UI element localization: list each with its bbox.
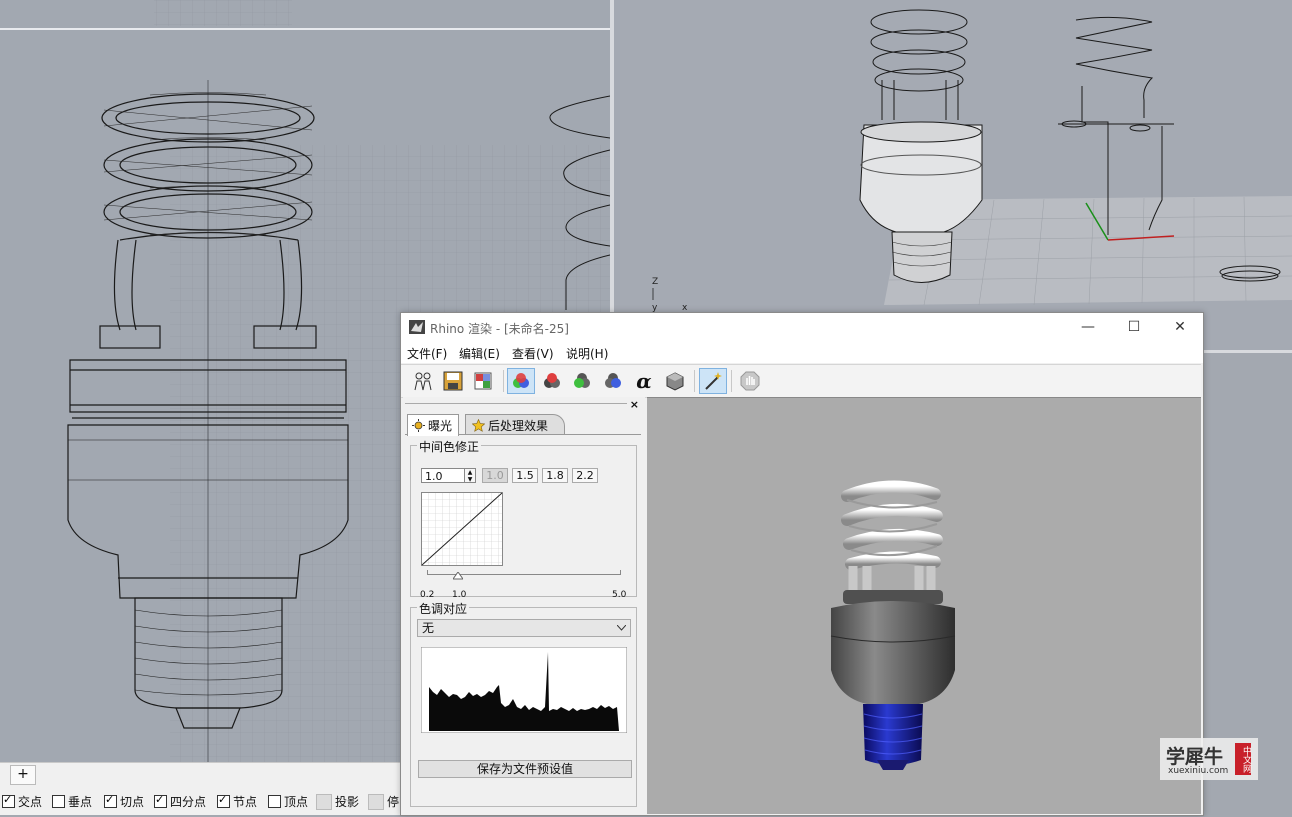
bottom-right-viewport[interactable]: [1202, 353, 1292, 762]
snap-label: 交点: [18, 795, 43, 809]
render-output-area[interactable]: [647, 397, 1201, 814]
post-effects-wand-icon[interactable]: [699, 368, 727, 394]
gamma-preset-1-5-button[interactable]: 1.5: [512, 468, 538, 483]
snap-knot[interactable]: 节点: [217, 793, 257, 810]
snap-tangent[interactable]: 切点: [104, 793, 144, 810]
tab-post-effects[interactable]: 后处理效果: [465, 414, 566, 435]
checkbox-icon[interactable]: [2, 793, 15, 808]
gamma-preset-2-2-button[interactable]: 2.2: [572, 468, 598, 483]
star-icon: [472, 418, 485, 432]
green-channel-icon[interactable]: [568, 368, 596, 394]
red-channel-icon[interactable]: [538, 368, 566, 394]
rhino-app-icon: [409, 320, 425, 334]
gamma-group: 中间色修正 1.0 ▲ ▼ 1.0 1.5 1.8 2.2 0.2 1.0 5.0: [410, 438, 637, 600]
close-button[interactable]: ✕: [1157, 313, 1203, 343]
alpha-channel-icon[interactable]: α: [630, 368, 658, 394]
save-preset-button[interactable]: 保存为文件预设值: [418, 760, 632, 778]
menu-view[interactable]: 查看(V): [512, 345, 554, 362]
checkbox-icon[interactable]: [316, 793, 332, 810]
checkbox-icon[interactable]: [217, 793, 230, 808]
depth-channel-icon[interactable]: [661, 368, 689, 394]
render-toolbar: α: [401, 364, 1201, 398]
snap-quadrant[interactable]: 四分点: [154, 793, 206, 810]
panel-close-button[interactable]: ×: [630, 398, 639, 411]
gamma-group-label: 中间色修正: [417, 438, 482, 455]
histogram: [421, 647, 627, 733]
snap-project[interactable]: 投影: [316, 793, 359, 810]
sun-icon: [412, 419, 425, 432]
watermark-badge: 中文网: [1235, 743, 1251, 775]
snap-label: 四分点: [170, 795, 207, 809]
menu-file[interactable]: 文件(F): [407, 345, 447, 362]
menu-edit[interactable]: 编辑(E): [459, 345, 500, 362]
stop-render-icon[interactable]: [736, 368, 764, 394]
render-window: Rhino 渲染 - [未命名-25] — ☐ ✕ 文件(F) 编辑(E) 查看…: [400, 312, 1204, 816]
gamma-preset-1-8-button[interactable]: 1.8: [542, 468, 568, 483]
snap-label: 投影: [335, 795, 360, 809]
tab-exposure[interactable]: 曝光: [407, 414, 460, 436]
tone-mapping-group: 色调对应 无 保存为文件预设值: [410, 600, 637, 807]
menu-bar: 文件(F) 编辑(E) 查看(V) 说明(H): [401, 343, 1203, 363]
watermark-url: xuexiniu.com: [1168, 766, 1229, 776]
blue-channel-icon[interactable]: [599, 368, 627, 394]
render-window-titlebar[interactable]: Rhino 渲染 - [未命名-25] — ☐ ✕: [401, 313, 1203, 343]
snap-label: 节点: [233, 795, 258, 809]
osnap-status-bar: + 交点 垂点 切点 四分点 节点 顶点 投影 停: [0, 762, 400, 815]
save-icon[interactable]: [439, 368, 467, 394]
watermark-logo: 学犀牛 xuexiniu.com 中文网: [1160, 738, 1258, 780]
add-layout-tab-button[interactable]: +: [10, 765, 36, 785]
tone-selected-value: 无: [422, 621, 435, 635]
watermark-text: 学犀牛: [1166, 746, 1224, 768]
snap-label: 停: [387, 795, 400, 809]
tab-label: 曝光: [428, 419, 453, 433]
exposure-panel: × 曝光 后处理效果 中间色修正 1.0 ▲▼ 1.0 1.5 1.8 2.2: [403, 397, 645, 813]
maximize-button[interactable]: ☐: [1111, 313, 1157, 343]
slider-max-label: 5.0: [612, 590, 627, 600]
minimize-button[interactable]: —: [1065, 313, 1111, 343]
checkbox-icon[interactable]: [154, 793, 167, 808]
checkbox-icon[interactable]: [268, 795, 281, 808]
checkbox-icon[interactable]: [368, 793, 384, 810]
menu-help[interactable]: 说明(H): [566, 345, 608, 362]
channels-icon[interactable]: [469, 368, 497, 394]
snap-label: 切点: [120, 795, 145, 809]
gamma-value-input[interactable]: 1.0: [421, 468, 465, 483]
checkbox-icon[interactable]: [104, 793, 117, 808]
snap-perpendicular[interactable]: 垂点: [52, 793, 92, 810]
slider-min-label: 0.2: [420, 590, 435, 600]
window-title: Rhino 渲染 - [未命名-25]: [430, 322, 569, 336]
checkbox-icon[interactable]: [52, 795, 65, 808]
tone-group-label: 色调对应: [417, 600, 470, 617]
slider-mid-label: 1.0: [452, 590, 467, 600]
tone-mapping-select[interactable]: 无: [417, 619, 631, 637]
snap-vertex[interactable]: 顶点: [268, 793, 308, 810]
gamma-slider-thumb[interactable]: [453, 572, 463, 580]
snap-intersection[interactable]: 交点: [2, 793, 42, 810]
gamma-spinner[interactable]: ▲ ▼: [465, 468, 476, 483]
clone-window-icon[interactable]: [409, 368, 437, 394]
chevron-down-icon: [617, 625, 626, 631]
perspective-view-model: Z y x: [652, 9, 1292, 313]
snap-label: 垂点: [68, 795, 93, 809]
panel-grip[interactable]: [405, 403, 627, 404]
rendered-bulb-image: [830, 480, 956, 770]
color-channel-rgb-icon[interactable]: [507, 368, 535, 394]
perspective-viewport[interactable]: Z y x: [614, 0, 1292, 350]
gamma-curve-graph: [421, 492, 503, 566]
snap-label: 顶点: [284, 795, 309, 809]
gamma-preset-1-0-button[interactable]: 1.0: [482, 468, 508, 483]
snap-disable[interactable]: 停: [368, 793, 399, 810]
tab-label: 后处理效果: [488, 418, 549, 433]
axis-label-z: Z: [652, 277, 658, 287]
